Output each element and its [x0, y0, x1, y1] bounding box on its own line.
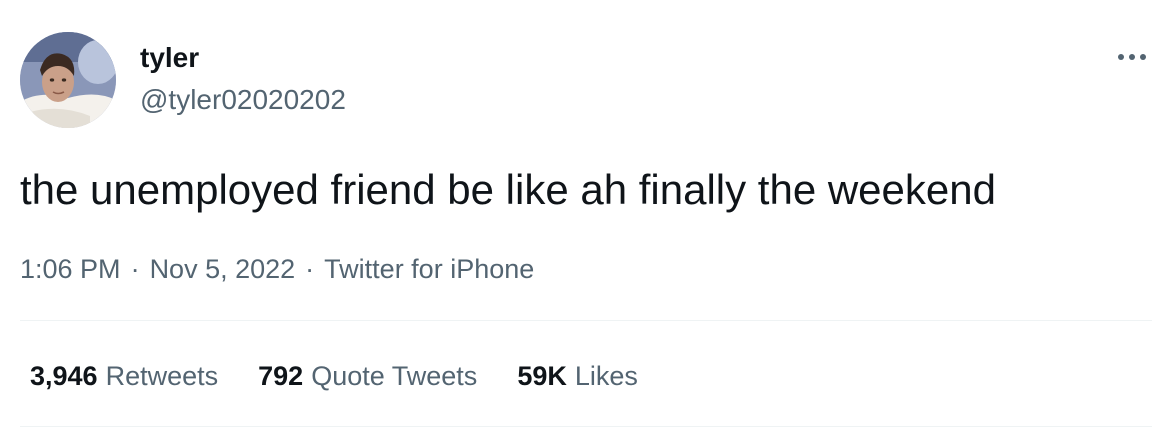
- quote-tweets-stat[interactable]: 792 Quote Tweets: [258, 358, 477, 394]
- divider: [20, 426, 1152, 427]
- profile-photo-icon: [20, 32, 116, 128]
- meta-separator: ·: [130, 254, 140, 284]
- tweet-date[interactable]: Nov 5, 2022: [150, 254, 296, 284]
- author-handle[interactable]: @tyler02020202: [140, 82, 346, 118]
- retweets-stat[interactable]: 3,946 Retweets: [30, 358, 218, 394]
- more-options-button[interactable]: [1112, 45, 1152, 69]
- ellipsis-icon-dot: [1129, 54, 1135, 60]
- quote-tweets-count: 792: [258, 361, 304, 391]
- tweet-stats: 3,946 Retweets 792 Quote Tweets 59K Likes: [30, 358, 678, 394]
- quote-tweets-label: Quote Tweets: [311, 361, 478, 391]
- tweet-source[interactable]: Twitter for iPhone: [324, 254, 534, 284]
- likes-stat[interactable]: 59K Likes: [517, 358, 638, 394]
- likes-label: Likes: [574, 361, 638, 391]
- divider: [20, 320, 1152, 321]
- meta-separator: ·: [305, 254, 315, 284]
- avatar[interactable]: [20, 32, 116, 128]
- retweets-label: Retweets: [105, 361, 219, 391]
- likes-count: 59K: [517, 361, 567, 391]
- tweet-text: the unemployed friend be like ah finally…: [20, 166, 996, 213]
- retweets-count: 3,946: [30, 361, 98, 391]
- ellipsis-icon-dot: [1118, 54, 1124, 60]
- tweet-meta: 1:06 PM · Nov 5, 2022 · Twitter for iPhone: [20, 251, 534, 287]
- tweet-time[interactable]: 1:06 PM: [20, 254, 121, 284]
- author-display-name[interactable]: tyler: [140, 40, 199, 76]
- tweet-card: tyler @tyler02020202 the unemployed frie…: [0, 0, 1172, 436]
- ellipsis-icon-dot: [1140, 54, 1146, 60]
